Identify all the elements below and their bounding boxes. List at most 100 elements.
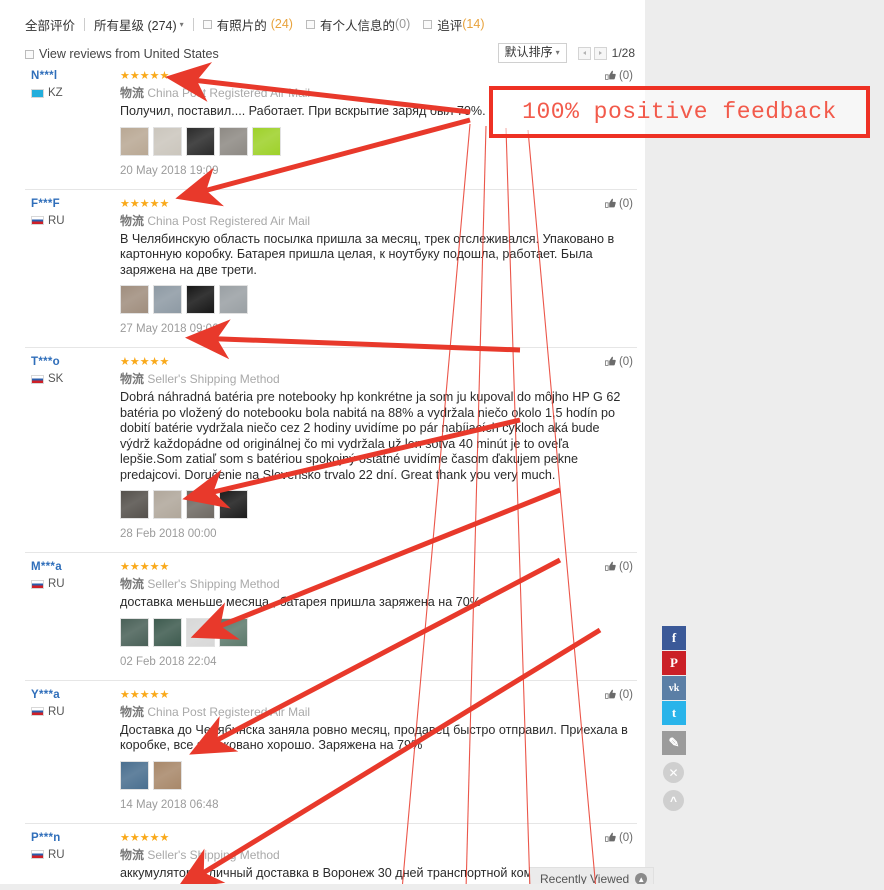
star-rating: ★★★★★	[120, 197, 170, 210]
review-photo-thumbnail[interactable]	[153, 617, 182, 647]
checkbox-additional-reviews[interactable]	[423, 19, 433, 29]
shipping-tag: 物流	[120, 704, 145, 719]
shipping-method: 物流 China Post Registered Air Mail	[120, 214, 629, 229]
review-date: 14 May 2018 06:48	[120, 798, 219, 811]
star-rating: ★★★★★	[120, 70, 170, 82]
review-user-block: Y***a RU	[31, 689, 109, 718]
helpful-count[interactable]: (0)	[605, 198, 633, 210]
country-flag-icon	[31, 850, 44, 859]
review-photo-thumbnail[interactable]	[186, 617, 215, 647]
review-photo-thumbnail[interactable]	[219, 126, 248, 156]
review-photo-thumbnail[interactable]	[120, 285, 149, 314]
checkbox-with-personal-info[interactable]	[305, 19, 315, 29]
review-text: В Челябинскую область посылка пришла за …	[120, 231, 615, 277]
scroll-to-top-icon[interactable]: ^	[663, 790, 684, 811]
country-code: KZ	[48, 87, 63, 99]
review-filter-bar: 全部评价 所有星级 (274) ▾ 有照片的 (24) 有个人信息的 (0) 追…	[25, 13, 635, 35]
thumbs-up-icon[interactable]	[605, 689, 617, 701]
reviewer-name[interactable]: N***l	[31, 70, 109, 82]
review-photo-thumbnail[interactable]	[120, 490, 149, 519]
filter-with-photos[interactable]: 有照片的 (24)	[202, 15, 293, 34]
review-photo-thumbnail[interactable]	[219, 285, 248, 314]
helpful-count[interactable]: (0)	[605, 561, 633, 573]
country-flag-icon	[31, 707, 44, 716]
shipping-name: Seller's Shipping Method	[147, 577, 280, 591]
review-photo-thumbnail[interactable]	[219, 617, 248, 647]
review-photo-thumbnail[interactable]	[120, 617, 149, 647]
edit-pencil-icon[interactable]: ✎	[662, 731, 686, 755]
facebook-icon[interactable]: f	[662, 626, 686, 650]
review-photo-thumbnail[interactable]	[153, 285, 182, 314]
helpful-count[interactable]: (0)	[605, 689, 633, 701]
filter-all-reviews[interactable]: 全部评价	[25, 15, 75, 34]
shipping-tag: 物流	[120, 847, 145, 862]
filter-all-stars[interactable]: 所有星级 (274) ▾	[94, 15, 184, 34]
shipping-tag: 物流	[120, 372, 145, 386]
review-photo-thumbnail[interactable]	[186, 126, 215, 156]
review-date: 27 May 2018 09:06	[120, 323, 219, 335]
filter-additional-reviews-label: 追评	[437, 18, 463, 33]
review-item: F***F RU ★★★★★ 物流 China Post Registered Air…	[25, 190, 637, 348]
thumbs-up-icon[interactable]	[605, 356, 617, 368]
review-item: T***o SK ★★★★★ 物流 Seller's Shipping Method D…	[25, 348, 637, 553]
review-text: Dobrá náhradná batéria pre notebooky hp …	[120, 390, 621, 482]
star-rating: ★★★★★	[120, 356, 170, 368]
review-user-block: N***l KZ	[31, 70, 109, 99]
thumbs-up-icon[interactable]	[605, 198, 617, 210]
reviewer-name[interactable]: F***F	[31, 198, 109, 210]
helpful-count-value: (0)	[618, 688, 633, 701]
shipping-method: 物流 Seller's Shipping Method	[120, 577, 629, 592]
pagination-next-button[interactable]	[593, 46, 607, 60]
reviewer-name[interactable]: P***n	[31, 832, 109, 844]
helpful-count-value: (0)	[618, 197, 633, 210]
filter-additional-reviews-count: (14)	[462, 17, 485, 31]
country-code: RU	[48, 578, 65, 590]
shipping-name: China Post Registered Air Mail	[147, 86, 311, 100]
review-list: N***l KZ ★★★★★ 物流 China Post Registered Air…	[25, 62, 637, 890]
review-photo-thumbnail[interactable]	[252, 126, 281, 156]
review-user-block: F***F RU	[31, 198, 109, 227]
checkbox-view-us-reviews[interactable]	[25, 49, 34, 59]
close-icon[interactable]: ✕	[663, 762, 684, 783]
helpful-count[interactable]: (0)	[605, 70, 633, 82]
country-code: RU	[48, 848, 65, 861]
country-flag-icon	[31, 374, 44, 384]
review-photo-thumbnail[interactable]	[219, 490, 248, 519]
sort-dropdown[interactable]: 默认排序 ▾	[497, 43, 567, 63]
checkbox-with-photos[interactable]	[202, 19, 212, 29]
country-flag-icon	[31, 88, 44, 98]
chevron-down-icon: ▾	[179, 19, 184, 29]
review-item: Y***a RU ★★★★★ 物流 China Post Registered Air…	[25, 681, 637, 824]
review-photo-thumbnail[interactable]	[153, 126, 182, 156]
reviewer-name[interactable]: T***o	[31, 356, 109, 368]
review-photo-thumbnail[interactable]	[153, 490, 182, 519]
helpful-count[interactable]: (0)	[605, 832, 633, 844]
bottom-strip	[0, 884, 884, 890]
review-photo-thumbnail[interactable]	[186, 285, 215, 314]
reviewer-name[interactable]: Y***a	[31, 689, 109, 701]
reviewer-name[interactable]: M***a	[31, 561, 109, 573]
vk-icon[interactable]: vk	[662, 676, 686, 700]
reviewer-country: RU	[31, 849, 109, 861]
review-date: 02 Feb 2018 22:04	[120, 655, 217, 668]
review-photo-thumbnail[interactable]	[186, 490, 215, 519]
thumbs-up-icon[interactable]	[605, 832, 617, 844]
helpful-count[interactable]: (0)	[605, 356, 633, 368]
twitter-icon[interactable]: t	[662, 701, 686, 725]
review-photo-thumbnail[interactable]	[120, 126, 149, 156]
star-rating: ★★★★★	[120, 831, 170, 844]
thumbs-up-icon[interactable]	[605, 561, 617, 573]
pagination-prev-button[interactable]	[577, 46, 591, 60]
review-body: ★★★★★ 物流 Seller's Shipping Method доставка…	[120, 561, 637, 668]
review-user-block: T***o SK	[31, 356, 109, 385]
shipping-name: China Post Registered Air Mail	[147, 213, 311, 228]
filter-additional-reviews[interactable]: 追评 (14)	[423, 15, 484, 34]
filter-with-personal-info[interactable]: 有个人信息的 (0)	[305, 15, 410, 34]
review-photo-thumbnail[interactable]	[120, 760, 149, 790]
thumbs-up-icon[interactable]	[605, 70, 617, 82]
review-photo-thumbnail[interactable]	[153, 760, 182, 790]
chevron-down-icon: ▾	[555, 48, 560, 57]
pinterest-icon[interactable]: P	[662, 651, 686, 675]
social-share-rail: f P vk t ✎ ✕ ^	[662, 626, 686, 811]
reviewer-country: RU	[31, 215, 109, 227]
